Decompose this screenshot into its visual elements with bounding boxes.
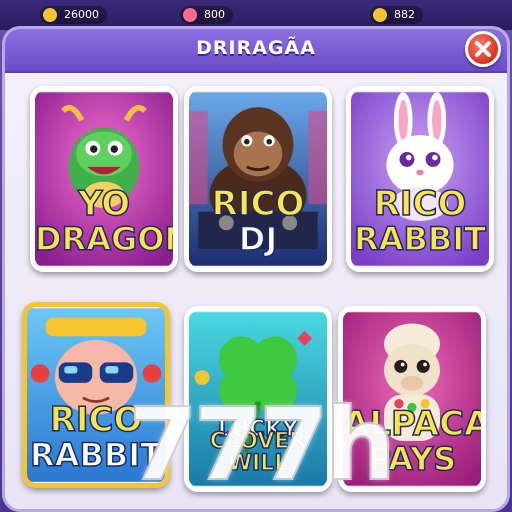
coin-icon [43, 8, 57, 22]
game-title-line1: YO [77, 184, 131, 224]
extra-balance: 882 [370, 6, 423, 24]
close-icon [475, 41, 491, 57]
game-card-rico-dj[interactable]: RICO DJ [184, 86, 332, 272]
coin-balance: 26000 [40, 6, 107, 24]
close-button[interactable] [465, 31, 501, 67]
game-title-line2: DRAGON [35, 220, 178, 258]
coin-icon [373, 8, 387, 22]
game-title-line1: RICO [211, 184, 305, 224]
game-title-line1: RICO [373, 184, 467, 224]
gem-balance: 800 [180, 6, 233, 24]
dialog-title: DRIRAGÃA [196, 37, 316, 59]
gem-icon [183, 8, 197, 22]
game-card-rico-rabbit[interactable]: RICO RABBIT [346, 86, 494, 272]
dialog-header: DRIRAGÃA [5, 29, 507, 73]
game-title-line2: RABBIT [353, 220, 486, 258]
game-title-line2: DJ [238, 220, 278, 258]
watermark-text: 777h [127, 385, 397, 504]
game-card-yo-dragon[interactable]: YO DRAGON [30, 86, 178, 272]
